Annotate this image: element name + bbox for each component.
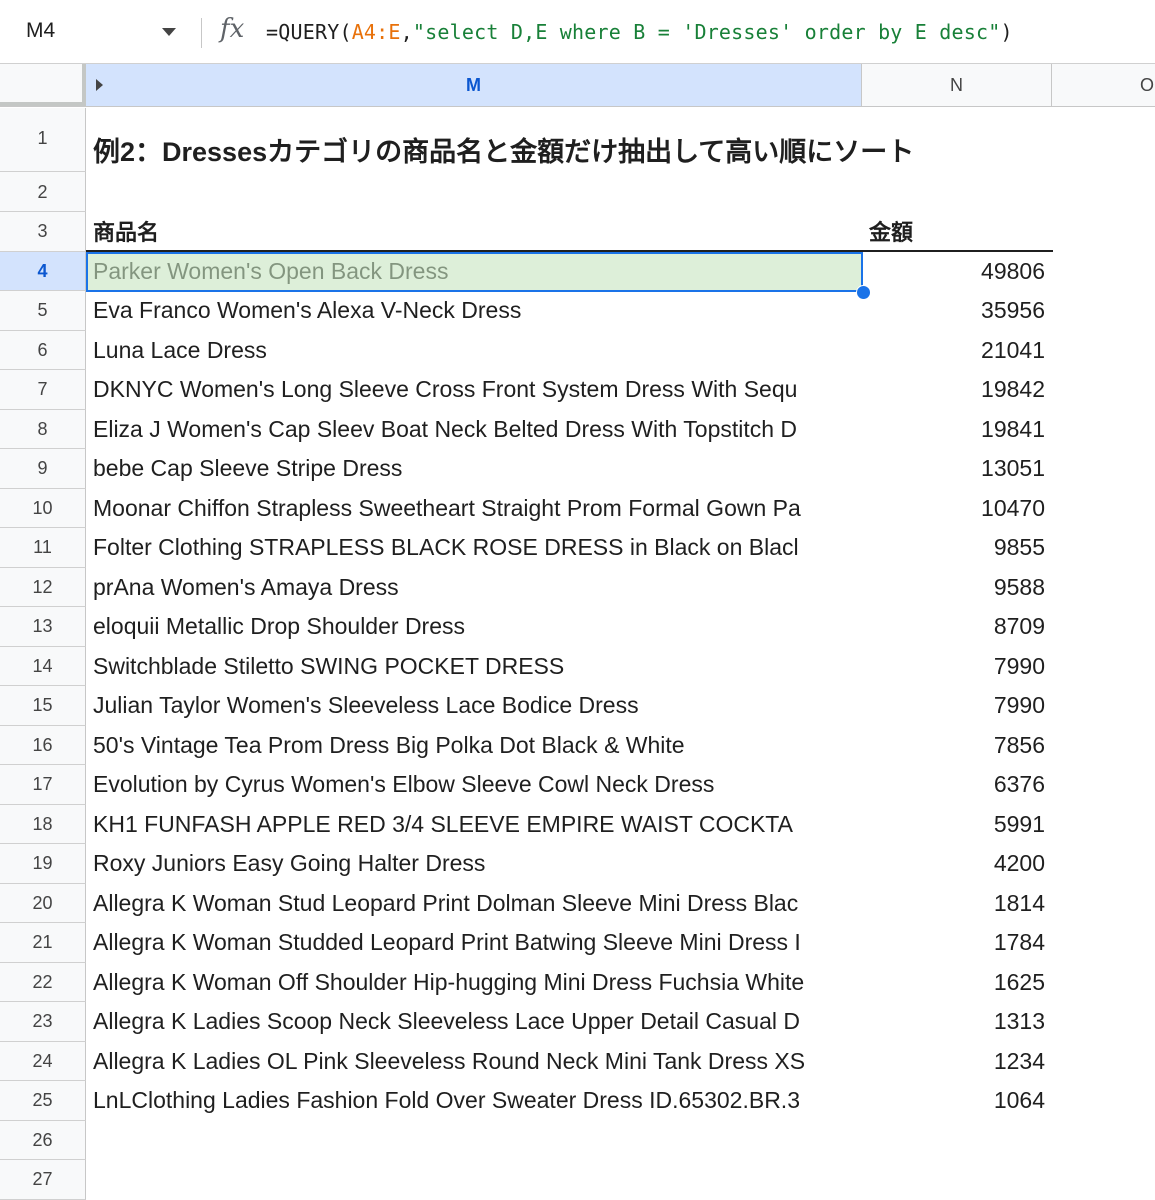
row-header[interactable]: 26	[0, 1120, 86, 1160]
amount-cell[interactable]: 1625	[862, 963, 1052, 1003]
column-letter-m: M	[466, 75, 481, 95]
chevron-down-icon[interactable]	[162, 28, 176, 36]
header-amount[interactable]: 金額	[862, 215, 1052, 251]
amount-cell[interactable]: 1064	[862, 1081, 1052, 1121]
amount-cell[interactable]: 9855	[862, 528, 1052, 568]
row-header[interactable]: 17	[0, 765, 86, 805]
formula-comma: ,	[400, 20, 413, 44]
formula-close: )	[1000, 20, 1013, 44]
amount-cell[interactable]: 5991	[862, 805, 1052, 845]
row-header[interactable]: 4	[0, 251, 86, 291]
amount-cell[interactable]: 49806	[862, 252, 1052, 292]
row-header[interactable]: 1	[0, 108, 86, 172]
amount-cell[interactable]: 8709	[862, 607, 1052, 647]
row-header[interactable]: 2	[0, 172, 86, 212]
amount-cell[interactable]: 4200	[862, 844, 1052, 884]
row-header[interactable]: 15	[0, 686, 86, 726]
cell-reference: M4	[26, 19, 56, 42]
amount-cell[interactable]: 6376	[862, 765, 1052, 805]
row-header[interactable]: 18	[0, 804, 86, 844]
sheet-title[interactable]: 例2：Dressesカテゴリの商品名と金額だけ抽出して高い順にソート	[93, 130, 914, 169]
product-name-cell[interactable]: Roxy Juniors Easy Going Halter Dress	[86, 844, 862, 884]
product-name-cell[interactable]: Moonar Chiffon Strapless Sweetheart Stra…	[86, 489, 862, 529]
row-header[interactable]: 8	[0, 409, 86, 449]
row-header[interactable]: 13	[0, 607, 86, 647]
product-name-cell[interactable]: Eva Franco Women's Alexa V-Neck Dress	[86, 291, 862, 331]
column-header-m[interactable]: M	[86, 64, 862, 106]
row-header[interactable]: 25	[0, 1081, 86, 1121]
formula-divider	[201, 18, 202, 48]
product-name-cell[interactable]: Folter Clothing STRAPLESS BLACK ROSE DRE…	[86, 528, 862, 568]
amount-cell[interactable]: 19841	[862, 410, 1052, 450]
product-name-cell[interactable]: bebe Cap Sleeve Stripe Dress	[86, 449, 862, 489]
amount-cell[interactable]: 21041	[862, 331, 1052, 371]
product-name-cell[interactable]: KH1 FUNFASH APPLE RED 3/4 SLEEVE EMPIRE …	[86, 805, 862, 845]
row-header[interactable]: 3	[0, 212, 86, 252]
product-name-cell[interactable]: DKNYC Women's Long Sleeve Cross Front Sy…	[86, 370, 862, 410]
column-header-o[interactable]: O	[1052, 64, 1155, 106]
row-header[interactable]: 16	[0, 725, 86, 765]
row-header[interactable]: 27	[0, 1160, 86, 1200]
amount-cell[interactable]: 7990	[862, 686, 1052, 726]
product-name-cell[interactable]: Parker Women's Open Back Dress	[86, 252, 862, 292]
header-product-name[interactable]: 商品名	[86, 215, 862, 251]
row-header[interactable]: 21	[0, 923, 86, 963]
amount-cell[interactable]: 7990	[862, 647, 1052, 687]
formula-function: =QUERY(	[266, 20, 352, 44]
formula-range: A4:E	[351, 20, 401, 44]
product-name-cell[interactable]: LnLClothing Ladies Fashion Fold Over Swe…	[86, 1081, 862, 1121]
amount-cell[interactable]: 19842	[862, 370, 1052, 410]
amount-cell[interactable]: 1784	[862, 923, 1052, 963]
row-header[interactable]: 20	[0, 883, 86, 923]
formula-bar: M4 fx =QUERY(A4:E,"select D,E where B = …	[0, 0, 1155, 64]
amount-cell[interactable]: 7856	[862, 726, 1052, 766]
amount-cell[interactable]: 10470	[862, 489, 1052, 529]
row-header[interactable]: 23	[0, 1002, 86, 1042]
row-header[interactable]: 7	[0, 370, 86, 410]
row-header[interactable]: 22	[0, 962, 86, 1002]
product-name-cell[interactable]: prAna Women's Amaya Dress	[86, 568, 862, 608]
row-header[interactable]: 14	[0, 646, 86, 686]
column-header-n[interactable]: N	[862, 64, 1052, 106]
amount-cell[interactable]: 35956	[862, 291, 1052, 331]
column-letter-n: N	[950, 75, 963, 95]
product-name-cell[interactable]: Allegra K Woman Off Shoulder Hip-hugging…	[86, 963, 862, 1003]
fx-icon: fx	[220, 14, 245, 44]
product-name-cell[interactable]: eloquii Metallic Drop Shoulder Dress	[86, 607, 862, 647]
amount-cell[interactable]: 9588	[862, 568, 1052, 608]
row-header[interactable]: 6	[0, 330, 86, 370]
product-name-cell[interactable]: Allegra K Ladies Scoop Neck Sleeveless L…	[86, 1002, 862, 1042]
product-name-cell[interactable]: Julian Taylor Women's Sleeveless Lace Bo…	[86, 686, 862, 726]
amount-cell[interactable]: 13051	[862, 449, 1052, 489]
select-all-corner[interactable]	[0, 64, 86, 106]
column-header-bar: M N O	[0, 64, 1155, 107]
row-header[interactable]: 10	[0, 488, 86, 528]
product-name-cell[interactable]: Allegra K Woman Studded Leopard Print Ba…	[86, 923, 862, 963]
amount-cell[interactable]: 1814	[862, 884, 1052, 924]
product-name-cell[interactable]: Luna Lace Dress	[86, 331, 862, 371]
product-name-cell[interactable]: Allegra K Woman Stud Leopard Print Dolma…	[86, 884, 862, 924]
formula-input[interactable]: =QUERY(A4:E,"select D,E where B = 'Dress…	[266, 20, 1013, 44]
product-name-cell[interactable]: Allegra K Ladies OL Pink Sleeveless Roun…	[86, 1042, 862, 1082]
column-letter-o: O	[1140, 75, 1155, 95]
row-header[interactable]: 19	[0, 844, 86, 884]
fill-handle[interactable]	[856, 285, 871, 300]
row-header[interactable]: 11	[0, 528, 86, 568]
row-header[interactable]: 5	[0, 291, 86, 331]
product-name-cell[interactable]: Switchblade Stiletto SWING POCKET DRESS	[86, 647, 862, 687]
row-header[interactable]: 24	[0, 1041, 86, 1081]
product-name-cell[interactable]: Eliza J Women's Cap Sleev Boat Neck Belt…	[86, 410, 862, 450]
expand-triangle-icon[interactable]	[96, 79, 103, 91]
amount-cell[interactable]: 1234	[862, 1042, 1052, 1082]
row-header[interactable]: 12	[0, 567, 86, 607]
row-header[interactable]: 9	[0, 449, 86, 489]
product-name-cell[interactable]: 50's Vintage Tea Prom Dress Big Polka Do…	[86, 726, 862, 766]
name-box[interactable]: M4	[0, 0, 200, 64]
product-name-cell[interactable]: Evolution by Cyrus Women's Elbow Sleeve …	[86, 765, 862, 805]
amount-cell[interactable]: 1313	[862, 1002, 1052, 1042]
formula-query-string: "select D,E where B = 'Dresses' order by…	[412, 20, 1001, 44]
